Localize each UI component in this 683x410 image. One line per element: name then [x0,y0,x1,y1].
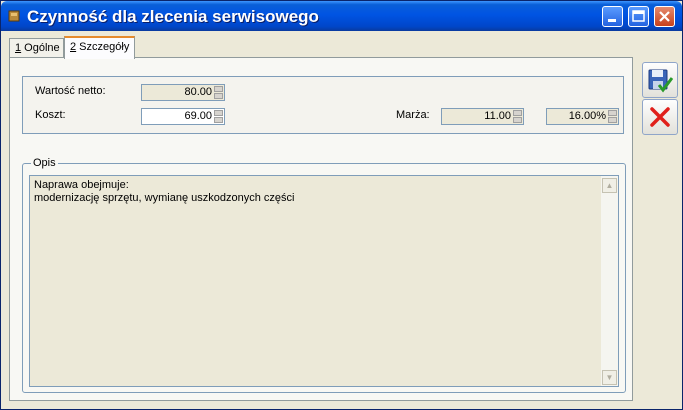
tab-ogolne-label: Ogólne [21,42,60,54]
save-icon [648,69,673,93]
values-group: Wartość netto: 80.00 Koszt: 69.00 Marża:… [22,76,624,134]
title-bar[interactable]: Czynność dla zlecenia serwisowego [1,1,682,31]
dialog-window: Czynność dla zlecenia serwisowego 1 Ogól… [0,0,683,410]
tab-szczegoly-label: Szczegóły [76,41,130,53]
close-icon [659,11,670,22]
close-window-button[interactable] [654,6,675,27]
koszt-field[interactable]: 69.00 [141,108,225,125]
marza-percent-value: 16.00% [568,110,606,122]
opis-line: modernizację sprzętu, wymianę uszkodzony… [34,192,295,204]
koszt-label: Koszt: [35,109,66,121]
marza-percent-field: 16.00% [546,108,619,125]
cancel-button[interactable] [642,99,678,135]
opis-textarea[interactable]: Naprawa obejmuje: modernizację sprzętu, … [29,175,619,387]
opis-legend: Opis [31,157,58,169]
minimize-button[interactable] [602,6,623,27]
wartosc-netto-field: 80.00 [141,84,225,101]
maximize-icon [632,10,645,22]
scroll-down-icon[interactable]: ▼ [602,370,617,385]
marza-value-field: 11.00 [441,108,524,125]
marza-value: 11.00 [484,110,511,122]
marza-label: Marża: [396,109,430,121]
koszt-spinner[interactable] [214,110,223,123]
opis-group: Opis Naprawa obejmuje: modernizację sprz… [22,157,626,393]
wartosc-netto-value: 80.00 [184,86,212,98]
save-button[interactable] [642,62,678,98]
opis-line: Naprawa obejmuje: [34,179,129,191]
marza-value-spinner[interactable] [513,110,522,123]
opis-scrollbar[interactable]: ▲ ▼ [601,176,618,386]
maximize-button[interactable] [628,6,649,27]
koszt-value: 69.00 [184,110,212,122]
tab-page-szczegoly: Wartość netto: 80.00 Koszt: 69.00 Marża:… [9,57,633,401]
app-icon [8,10,20,22]
wartosc-netto-label: Wartość netto: [35,85,106,97]
minimize-icon [608,19,616,22]
wartosc-netto-spinner[interactable] [214,86,223,99]
cancel-icon [650,107,670,127]
scroll-up-icon[interactable]: ▲ [602,178,617,193]
marza-percent-spinner[interactable] [608,110,617,123]
window-title: Czynność dla zlecenia serwisowego [27,7,319,26]
tab-ogolne[interactable]: 1 Ogólne [9,38,64,57]
tab-szczegoly[interactable]: 2 Szczegóły [64,36,135,59]
